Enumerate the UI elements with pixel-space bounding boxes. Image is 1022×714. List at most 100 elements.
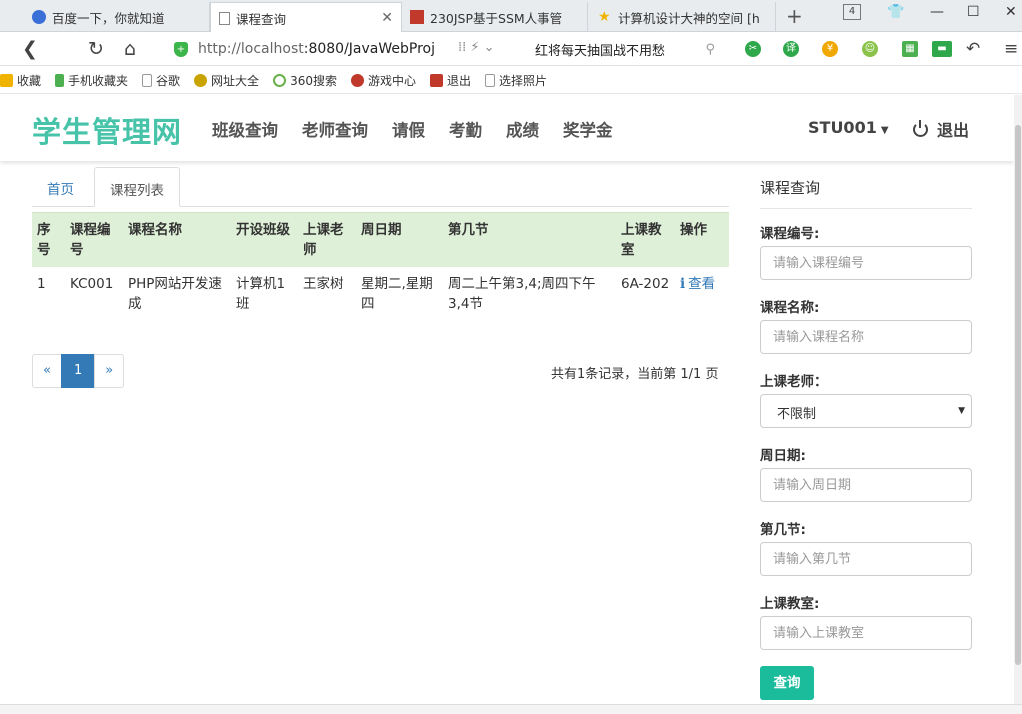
day-label: 周日期:: [760, 448, 806, 464]
room-label: 上课教室:: [760, 596, 820, 612]
bookmark-label: 游戏中心: [367, 73, 416, 88]
teacher-label: 上课老师：: [760, 374, 828, 390]
cell-action: i 查看: [675, 267, 729, 321]
minimize-icon[interactable]: —: [930, 4, 944, 20]
name-label: 课程名称:: [760, 300, 820, 316]
browser-tab-label: 课程查询: [236, 11, 287, 27]
col-code: 课程编号: [65, 212, 123, 267]
logout-label: 退出: [937, 121, 970, 140]
site-brand[interactable]: 学生管理网: [32, 109, 182, 151]
bookmark-games[interactable]: 游戏中心: [350, 72, 416, 89]
bookmark-logout[interactable]: 退出: [429, 72, 471, 89]
col-action: 操作: [675, 212, 729, 267]
bookmark-label: 网址大全: [211, 73, 260, 88]
search-icon[interactable]: ⚲: [705, 42, 715, 57]
browser-tab-baidu[interactable]: 百度一下，你就知道: [24, 2, 210, 32]
nav-grades[interactable]: 成绩: [506, 117, 539, 141]
page-content: 学生管理网 班级查询 老师查询 请假 考勤 成绩 奖学金 STU001 ▼ 退出 …: [0, 95, 1014, 714]
back-icon[interactable]: ❮: [22, 38, 38, 60]
classroom-input[interactable]: [760, 616, 972, 650]
globe-icon: [194, 73, 208, 87]
cell-room: 6A-202: [621, 276, 670, 292]
close-tab-icon[interactable]: ✕: [381, 10, 393, 26]
browser-tab-ssm[interactable]: 230JSP基于SSM人事管: [402, 2, 588, 32]
tab-home[interactable]: 首页: [32, 167, 89, 207]
browser-tab-course-query[interactable]: 课程查询 ✕: [210, 2, 402, 33]
translate-icon[interactable]: 译: [783, 41, 799, 57]
course-table: 序号 课程编号 课程名称 开设班级 上课老师 周日期 第几节 上课教室 操作 1…: [32, 212, 729, 321]
close-window-icon[interactable]: ✕: [1005, 4, 1017, 20]
table-row: 1 KC001 PHP网站开发速成 计算机1班 王家树 星期二,星期四 周二上午…: [32, 267, 729, 321]
nav-teacher-query[interactable]: 老师查询: [302, 117, 368, 141]
home-icon[interactable]: ⌂: [124, 38, 136, 60]
menu-icon[interactable]: ≡: [1004, 39, 1018, 59]
pager-current[interactable]: 1: [60, 354, 96, 388]
bookmark-label: 退出: [446, 73, 471, 88]
logout-button[interactable]: 退出: [913, 117, 969, 141]
nav-attendance[interactable]: 考勤: [449, 117, 482, 141]
bookmark-360[interactable]: 360搜索: [273, 72, 337, 89]
col-room: 上课教室: [616, 212, 675, 267]
browser-tab-label: 计算机设计大神的空间 [h: [618, 10, 760, 26]
url-tools-icon[interactable]: ⁞⁞ ⚡ ⌄: [458, 40, 495, 55]
baidu-paw-icon: [32, 10, 46, 24]
screenshot-icon[interactable]: ☺: [862, 41, 878, 57]
tab-count-badge[interactable]: 4: [843, 4, 861, 20]
username: STU001: [808, 118, 877, 137]
main-nav: 班级查询 老师查询 请假 考勤 成绩 奖学金: [212, 117, 637, 141]
scissors-icon[interactable]: ✂: [745, 41, 761, 57]
bookmark-label: 手机收藏夹: [68, 73, 129, 88]
user-dropdown[interactable]: STU001 ▼: [808, 118, 889, 137]
bookmark-mobile[interactable]: 手机收藏夹: [55, 72, 128, 89]
page-scrollbar[interactable]: [1014, 95, 1022, 714]
scrollbar-thumb[interactable]: [1015, 125, 1021, 665]
battery-icon[interactable]: ▬: [932, 41, 952, 57]
col-teacher: 上课老师: [298, 212, 356, 267]
code-label: 课程编号:: [760, 226, 820, 242]
query-button[interactable]: 查询: [760, 666, 814, 700]
bookmark-label: 谷歌: [156, 73, 181, 88]
cell-weekday: 星期二,星期四: [361, 276, 433, 312]
bookmark-favorites[interactable]: 收藏: [0, 72, 41, 89]
nav-leave[interactable]: 请假: [392, 117, 425, 141]
weekday-input[interactable]: [760, 468, 972, 502]
page-icon: [219, 11, 230, 25]
pager-prev[interactable]: «: [32, 354, 62, 388]
col-index: 序号: [32, 212, 65, 267]
view-link[interactable]: i 查看: [680, 276, 715, 292]
browser-search-field[interactable]: 红将每天抽国战不用愁 ⚲: [535, 37, 725, 61]
tab-course-list[interactable]: 课程列表: [94, 167, 180, 207]
teacher-select[interactable]: 不限制 ▼: [760, 394, 972, 428]
pagination: « 1 »: [32, 354, 125, 388]
browser-tab-space[interactable]: ★ 计算机设计大神的空间 [h: [590, 2, 776, 32]
section-input[interactable]: [760, 542, 972, 576]
bookmarks-bar: 收藏 手机收藏夹 谷歌 网址大全 360搜索 游戏中心 退出 选择照片: [0, 67, 1022, 94]
nav-class-query[interactable]: 班级查询: [212, 117, 278, 141]
teacher-select-value: 不限制: [777, 407, 817, 422]
query-panel: 课程查询 课程编号: 课程名称: 上课老师： 不限制 ▼ 周日期: 第几节: 上…: [760, 167, 972, 700]
course-code-input[interactable]: [760, 246, 972, 280]
coin-icon[interactable]: ¥: [822, 41, 838, 57]
bookmark-directory[interactable]: 网址大全: [194, 72, 259, 89]
cell-section: 周二上午第3,4;周四下午3,4节: [448, 276, 596, 312]
bookmark-photos[interactable]: 选择照片: [485, 72, 547, 89]
address-bar: ❮ ↻ ⌂ + http://localhost:8080/JavaWebPro…: [0, 32, 1022, 66]
page-icon: [142, 73, 153, 87]
star-icon: [0, 73, 13, 87]
new-tab-icon[interactable]: +: [786, 4, 803, 28]
maximize-icon[interactable]: ☐: [967, 4, 980, 20]
undo-icon[interactable]: ↶: [966, 39, 980, 59]
pager-next[interactable]: »: [94, 354, 125, 388]
site-red-icon: [429, 73, 443, 87]
skin-icon[interactable]: 👕: [887, 4, 904, 20]
search-suggestion-text: 红将每天抽国战不用愁: [535, 43, 666, 59]
refresh-icon[interactable]: ↻: [88, 38, 104, 60]
browser-status-bar: [0, 704, 1022, 714]
course-name-input[interactable]: [760, 320, 972, 354]
browser-tab-bar: 百度一下，你就知道 课程查询 ✕ 230JSP基于SSM人事管 ★ 计算机设计大…: [0, 0, 1022, 33]
bookmark-google[interactable]: 谷歌: [142, 72, 180, 89]
bookmark-label: 选择照片: [499, 73, 548, 88]
apps-icon[interactable]: ▦: [902, 41, 918, 57]
col-name: 课程名称: [123, 212, 231, 267]
nav-scholarship[interactable]: 奖学金: [563, 117, 613, 141]
